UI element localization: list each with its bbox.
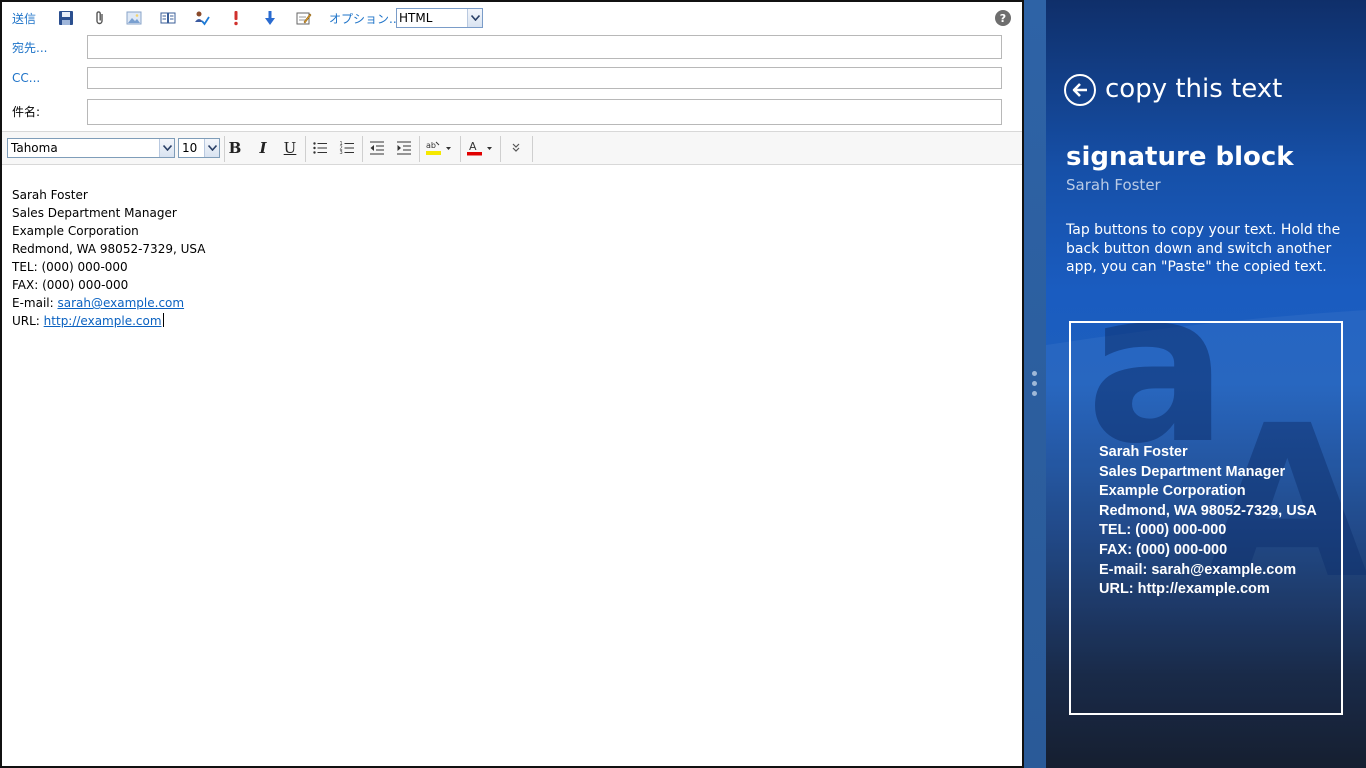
options-link[interactable]: オプション... — [329, 8, 400, 28]
email-prefix: E-mail: — [12, 296, 58, 310]
body-line: TEL: (000) 000-000 — [12, 260, 128, 274]
formatting-toolbar: Tahoma 10 B I U 123 ab A — [2, 131, 1022, 165]
mail-compose-window: 送信 オプション... HTML ? 宛先... CC... 件名: Tahom… — [0, 0, 1024, 768]
help-icon[interactable]: ? — [995, 10, 1011, 26]
send-button[interactable]: 送信 — [12, 8, 36, 28]
splitter-grip-dot — [1032, 371, 1037, 376]
attach-icon[interactable] — [90, 8, 110, 28]
body-line: Example Corporation — [12, 224, 139, 238]
increase-indent-icon[interactable] — [393, 137, 415, 159]
text-caret — [162, 313, 164, 327]
body-line: FAX: (000) 000-000 — [12, 278, 129, 292]
chevron-down-icon — [159, 139, 174, 157]
copy-text-app: a A copy this text signature block Sarah… — [1046, 0, 1366, 768]
signature-line: FAX: (000) 000-000 — [1099, 541, 1228, 558]
signature-line: URL: http://example.com — [1099, 581, 1270, 598]
bold-button[interactable]: B — [224, 137, 246, 159]
copy-text-button[interactable]: Sarah Foster Sales Department Manager Ex… — [1069, 321, 1343, 715]
email-link[interactable]: sarah@example.com — [57, 296, 184, 310]
high-importance-icon[interactable] — [226, 8, 246, 28]
toolbar-divider — [419, 136, 420, 162]
back-button[interactable] — [1064, 74, 1096, 106]
page-title: copy this text — [1105, 74, 1283, 104]
signature-line: Example Corporation — [1099, 483, 1246, 500]
chevron-down-icon — [467, 9, 482, 27]
bullet-list-icon[interactable] — [309, 137, 331, 159]
section-subtitle: Sarah Foster — [1066, 176, 1161, 194]
signature-icon[interactable] — [294, 8, 314, 28]
address-book-icon[interactable] — [158, 8, 178, 28]
toolbar-divider — [362, 136, 363, 162]
underline-button[interactable]: U — [279, 137, 301, 159]
signature-line: TEL: (000) 000-000 — [1099, 522, 1227, 539]
body-line: Sarah Foster — [12, 188, 88, 202]
signature-text: Sarah Foster Sales Department Manager Ex… — [1099, 443, 1339, 600]
message-format-value: HTML — [399, 11, 433, 25]
body-line: Redmond, WA 98052-7329, USA — [12, 242, 206, 256]
cc-field[interactable] — [87, 67, 1002, 89]
to-field[interactable] — [87, 35, 1002, 59]
font-size-select[interactable]: 10 — [178, 138, 220, 158]
section-title: signature block — [1066, 142, 1294, 172]
body-line: Sales Department Manager — [12, 206, 177, 220]
svg-text:ab: ab — [426, 141, 436, 150]
highlight-color-icon[interactable]: ab — [423, 137, 455, 159]
arrow-left-icon — [1072, 83, 1087, 97]
message-body-editor[interactable]: Sarah Foster Sales Department Manager Ex… — [12, 186, 1012, 330]
spell-check-icon[interactable] — [192, 8, 212, 28]
toolbar-divider — [532, 136, 533, 162]
numbered-list-icon[interactable]: 123 — [336, 137, 358, 159]
insert-image-icon[interactable] — [124, 8, 144, 28]
toolbar-divider — [460, 136, 461, 162]
font-color-icon[interactable]: A — [464, 137, 496, 159]
signature-line: Redmond, WA 98052-7329, USA — [1099, 502, 1317, 519]
body-line-email: E-mail: sarah@example.com — [12, 294, 1012, 312]
chevron-down-icon — [204, 139, 219, 157]
url-link[interactable]: http://example.com — [44, 314, 162, 328]
instructions-text: Tap buttons to copy your text. Hold the … — [1066, 222, 1341, 275]
signature-line: Sarah Foster — [1099, 444, 1188, 460]
compose-toolbar: 送信 オプション... HTML ? — [2, 2, 1022, 32]
snap-splitter[interactable] — [1024, 0, 1046, 768]
save-icon[interactable] — [56, 8, 76, 28]
font-family-value: Tahoma — [11, 141, 58, 155]
toolbar-divider — [500, 136, 501, 162]
font-family-select[interactable]: Tahoma — [7, 138, 175, 158]
subject-field[interactable] — [87, 99, 1002, 125]
splitter-grip-dot — [1032, 381, 1037, 386]
svg-text:A: A — [469, 140, 477, 153]
cc-button[interactable]: CC... — [12, 71, 40, 85]
svg-text:3: 3 — [340, 150, 343, 156]
low-importance-icon[interactable] — [260, 8, 280, 28]
italic-button[interactable]: I — [252, 137, 274, 159]
expand-toolbar-icon[interactable] — [505, 137, 527, 159]
body-line-url: URL: http://example.com — [12, 312, 1012, 330]
subject-label: 件名: — [12, 105, 41, 119]
url-prefix: URL: — [12, 314, 44, 328]
message-format-select[interactable]: HTML — [396, 8, 483, 28]
toolbar-divider — [305, 136, 306, 162]
decrease-indent-icon[interactable] — [366, 137, 388, 159]
to-button[interactable]: 宛先... — [12, 39, 47, 56]
splitter-grip-dot — [1032, 391, 1037, 396]
font-size-value: 10 — [182, 141, 198, 155]
signature-line: E-mail: sarah@example.com — [1099, 561, 1297, 578]
signature-line: Sales Department Manager — [1099, 463, 1286, 480]
